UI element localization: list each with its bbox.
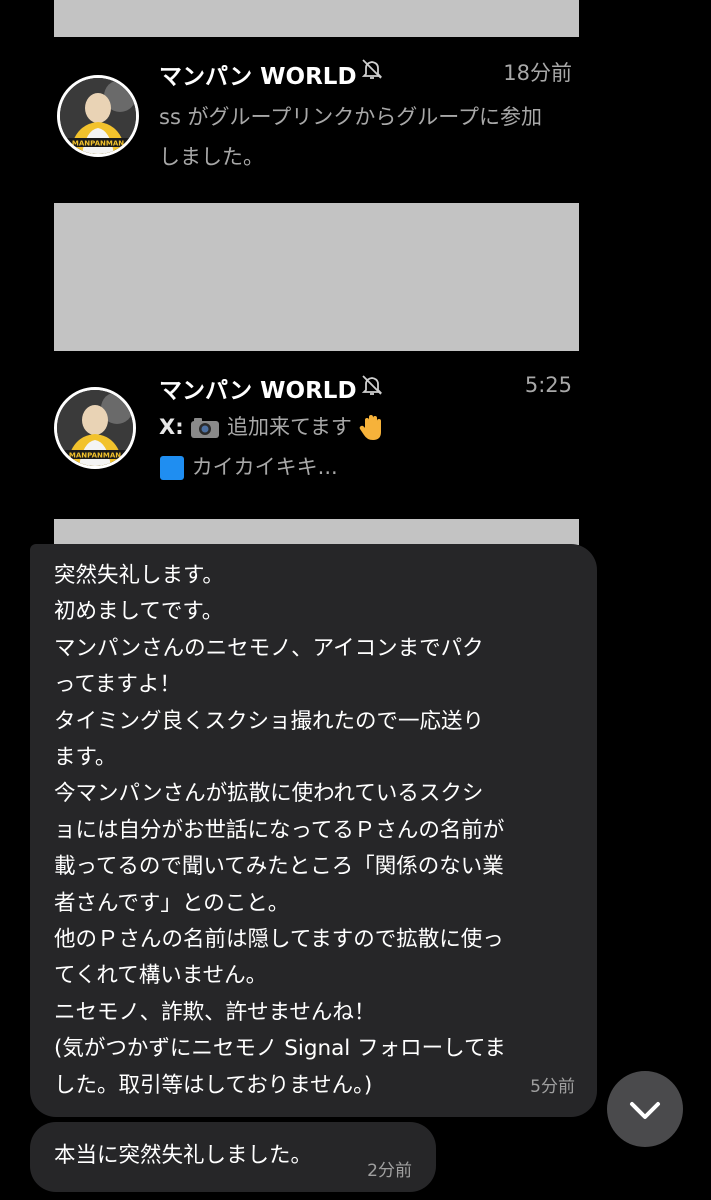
blue-square-icon (160, 456, 184, 480)
message-line: タイミング良くスクショ撮れたので一応送り (54, 708, 485, 734)
chat-name: マンパン WORLD (159, 64, 357, 90)
message-line: ます。 (54, 745, 117, 771)
message-line: 突然失礼します。 (54, 563, 224, 588)
redacted-block (54, 0, 579, 37)
message-line: 他のＰさんの名前は隠してますので拡散に使っ (54, 927, 504, 953)
message-line: ョには自分がお世話になってるＰさんの名前が (54, 817, 505, 843)
bell-muted-icon (361, 59, 383, 79)
message-time: 5分前 (530, 1077, 575, 1097)
chat-name: マンパン WORLD (159, 378, 357, 404)
message-time: 2分前 (367, 1161, 412, 1181)
message-line: 載ってるので聞いてみたところ「関係のない業 (54, 854, 504, 880)
avatar-image: MANPANMAN (57, 390, 133, 466)
redacted-block (54, 203, 579, 351)
message-line: マンパンさんのニセモノ、アイコンまでパク (54, 635, 484, 661)
chat-preview: X: 追加来てます カイカイキキ... (159, 407, 559, 487)
avatar: MANPANMAN (57, 75, 139, 157)
chat-list-item[interactable]: MANPANMAN マンパン WORLD 18分前 ss がグループリンクからグ… (30, 55, 598, 175)
message-line: 初めましてです。 (54, 599, 224, 625)
chevron-down-icon (630, 1102, 660, 1119)
preview-line: しました。 (159, 145, 264, 169)
preview-line: カイカイキキ... (159, 447, 559, 487)
bell-muted-icon (361, 375, 383, 395)
preview-line: ss がグループリンクからグループに参加 (159, 105, 543, 129)
chat-preview: ss がグループリンクからグループに参加 しました。 (159, 97, 559, 177)
avatar-caption: MANPANMAN (72, 140, 124, 148)
preview-text-2: カイカイキキ... (191, 455, 338, 479)
preview-line: X: 追加来てます (159, 407, 559, 447)
message-bubble[interactable]: 突然失礼します。 初めましてです。 マンパンさんのニセモノ、アイコンまでパク っ… (30, 544, 597, 1117)
avatar-caption: MANPANMAN (69, 452, 121, 460)
chat-time: 18分前 (503, 61, 572, 85)
message-bubble[interactable]: 本当に突然失礼しました。 2分前 (30, 1122, 436, 1192)
redacted-block (54, 519, 579, 545)
chat-list-item[interactable]: MANPANMAN マンパン WORLD 5:25 X: 追加来てます カイカイ… (30, 371, 598, 491)
message-line: ってますよ！ (54, 672, 181, 698)
preview-text: 追加来てます (226, 415, 352, 439)
message-line: (気がつかずにニセモノ Signal フォローしてま (54, 1036, 506, 1062)
chat-list-screenshot: MANPANMAN マンパン WORLD 18分前 ss がグループリンクからグ… (30, 0, 598, 545)
message-text: 本当に突然失礼しました。 (54, 1143, 313, 1168)
message-line: てくれて構いません。 (54, 963, 268, 989)
message-line: ニセモノ、詐欺、許せませんね！ (54, 999, 376, 1025)
chat-time: 5:25 (524, 373, 572, 397)
message-line: 今マンパンさんが拡散に使われているスクシ (54, 781, 484, 807)
camera-icon (191, 418, 220, 438)
avatar: MANPANMAN (54, 387, 136, 469)
raised-hand-icon (359, 415, 381, 440)
avatar-image: MANPANMAN (60, 78, 136, 154)
sender-name: X: (159, 415, 184, 439)
message-line: 者さんです」とのこと。 (54, 890, 290, 916)
scroll-to-bottom-button[interactable] (607, 1071, 683, 1147)
message-line: した。取引等はしておりません。) (54, 1072, 373, 1098)
